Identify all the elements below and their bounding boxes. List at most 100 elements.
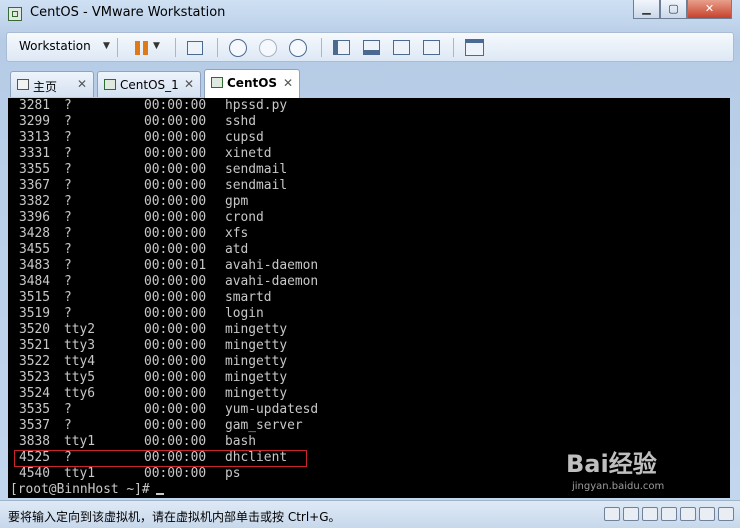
- process-tty: ?: [64, 242, 72, 257]
- network-adapter-icon[interactable]: [661, 507, 677, 521]
- process-tty: ?: [64, 194, 72, 209]
- snapshot-manager-icon[interactable]: [289, 39, 307, 57]
- process-pid: 3313: [19, 130, 51, 145]
- toolbar-divider: [175, 38, 176, 57]
- hard-disk-icon[interactable]: [604, 507, 620, 521]
- process-time: 00:00:00: [144, 114, 207, 129]
- title-bar[interactable]: CentOS - VMware Workstation ▁ ▢ ✕: [0, 0, 740, 28]
- process-command: mingetty: [225, 386, 288, 401]
- process-pid: 3484: [19, 274, 51, 289]
- process-tty: ?: [64, 258, 72, 273]
- process-command: sshd: [225, 114, 257, 129]
- maximize-button[interactable]: ▢: [660, 0, 687, 19]
- process-command: bash: [225, 434, 257, 449]
- show-thumbnail-icon[interactable]: [363, 40, 380, 55]
- text-cursor: [155, 493, 164, 495]
- floppy-icon[interactable]: [642, 507, 658, 521]
- process-time: 00:00:00: [144, 226, 207, 241]
- process-tty: ?: [64, 402, 72, 417]
- process-time: 00:00:00: [144, 290, 207, 305]
- tab-bar: 主页 ✕ CentOS_1 ✕ CentOS ✕: [6, 68, 734, 98]
- process-command: gam_server: [225, 418, 303, 433]
- process-time: 00:00:00: [144, 434, 207, 449]
- process-tty: ?: [64, 290, 72, 305]
- process-pid: 3519: [19, 306, 51, 321]
- vmware-app-icon[interactable]: [8, 7, 22, 21]
- process-pid: 3535: [19, 402, 51, 417]
- tab-home[interactable]: 主页 ✕: [10, 71, 94, 97]
- process-pid: 3299: [19, 114, 51, 129]
- process-tty: ?: [64, 98, 72, 113]
- toolbar-divider: [453, 38, 454, 57]
- tab-label: 主页: [33, 80, 58, 94]
- workstation-menu[interactable]: Workstation: [19, 39, 91, 53]
- toolbar-divider: [321, 38, 322, 57]
- revert-snapshot-icon[interactable]: [259, 39, 277, 57]
- process-command: smartd: [225, 290, 272, 305]
- toolbar-divider: [217, 38, 218, 57]
- process-pid: 3524: [19, 386, 51, 401]
- process-tty: tty6: [64, 386, 96, 401]
- usb-icon[interactable]: [680, 507, 696, 521]
- process-pid: 3428: [19, 226, 51, 241]
- process-command: crond: [225, 210, 264, 225]
- process-time: 00:00:00: [144, 162, 207, 177]
- process-command: atd: [225, 242, 249, 257]
- status-message: 要将输入定向到该虚拟机，请在虚拟机内部单击或按 Ctrl+G。: [8, 510, 341, 524]
- process-time: 00:00:00: [144, 242, 207, 257]
- take-snapshot-icon[interactable]: [229, 39, 247, 57]
- full-screen-icon[interactable]: [393, 40, 410, 55]
- window-title: CentOS - VMware Workstation: [30, 5, 226, 20]
- close-icon[interactable]: ✕: [283, 76, 293, 90]
- tab-label: CentOS_1: [120, 78, 179, 92]
- home-icon: [17, 79, 29, 90]
- tab-label: CentOS: [227, 76, 278, 90]
- unity-icon[interactable]: [423, 40, 440, 55]
- sound-card-icon[interactable]: [699, 507, 715, 521]
- process-time: 00:00:00: [144, 130, 207, 145]
- process-time: 00:00:00: [144, 178, 207, 193]
- process-pid: 4540: [19, 466, 51, 481]
- pause-icon[interactable]: [135, 41, 149, 55]
- process-pid: 3520: [19, 322, 51, 337]
- close-icon[interactable]: ✕: [77, 77, 87, 91]
- process-tty: ?: [64, 306, 72, 321]
- vm-icon: [104, 79, 116, 90]
- tab-centos-1[interactable]: CentOS_1 ✕: [97, 71, 201, 97]
- process-pid: 3455: [19, 242, 51, 257]
- process-time: 00:00:00: [144, 338, 207, 353]
- process-command: cupsd: [225, 130, 264, 145]
- process-command: sendmail: [225, 178, 288, 193]
- process-pid: 3355: [19, 162, 51, 177]
- process-tty: tty1: [64, 466, 96, 481]
- show-library-icon[interactable]: [333, 40, 350, 55]
- process-time: 00:00:00: [144, 466, 207, 481]
- process-pid: 3537: [19, 418, 51, 433]
- chevron-down-icon[interactable]: ▼: [103, 41, 110, 51]
- process-time: 00:00:00: [144, 322, 207, 337]
- process-tty: ?: [64, 226, 72, 241]
- process-pid: 3523: [19, 370, 51, 385]
- message-icon[interactable]: [718, 507, 734, 521]
- process-tty: tty1: [64, 434, 96, 449]
- send-ctrl-alt-del-icon[interactable]: [187, 41, 203, 55]
- cd-drive-icon[interactable]: [623, 507, 639, 521]
- tab-centos[interactable]: CentOS ✕: [204, 69, 300, 98]
- process-pid: 3515: [19, 290, 51, 305]
- process-time: 00:00:00: [144, 370, 207, 385]
- process-pid: 3483: [19, 258, 51, 273]
- minimize-button[interactable]: ▁: [633, 0, 660, 19]
- process-pid: 3367: [19, 178, 51, 193]
- console-view-icon[interactable]: [465, 39, 484, 56]
- process-tty: tty2: [64, 322, 96, 337]
- close-button[interactable]: ✕: [687, 0, 732, 19]
- process-time: 00:00:00: [144, 386, 207, 401]
- vm-console[interactable]: [root@BinnHost ~]# 3281? 00:00:00 hpssd.py…: [8, 98, 730, 498]
- process-command: hpssd.py: [225, 98, 288, 113]
- process-command: ps: [225, 466, 241, 481]
- chevron-down-icon[interactable]: ▼: [153, 41, 160, 51]
- process-time: 00:00:00: [144, 306, 207, 321]
- close-icon[interactable]: ✕: [184, 77, 194, 91]
- process-command: avahi-daemon: [225, 274, 319, 289]
- process-command: mingetty: [225, 338, 288, 353]
